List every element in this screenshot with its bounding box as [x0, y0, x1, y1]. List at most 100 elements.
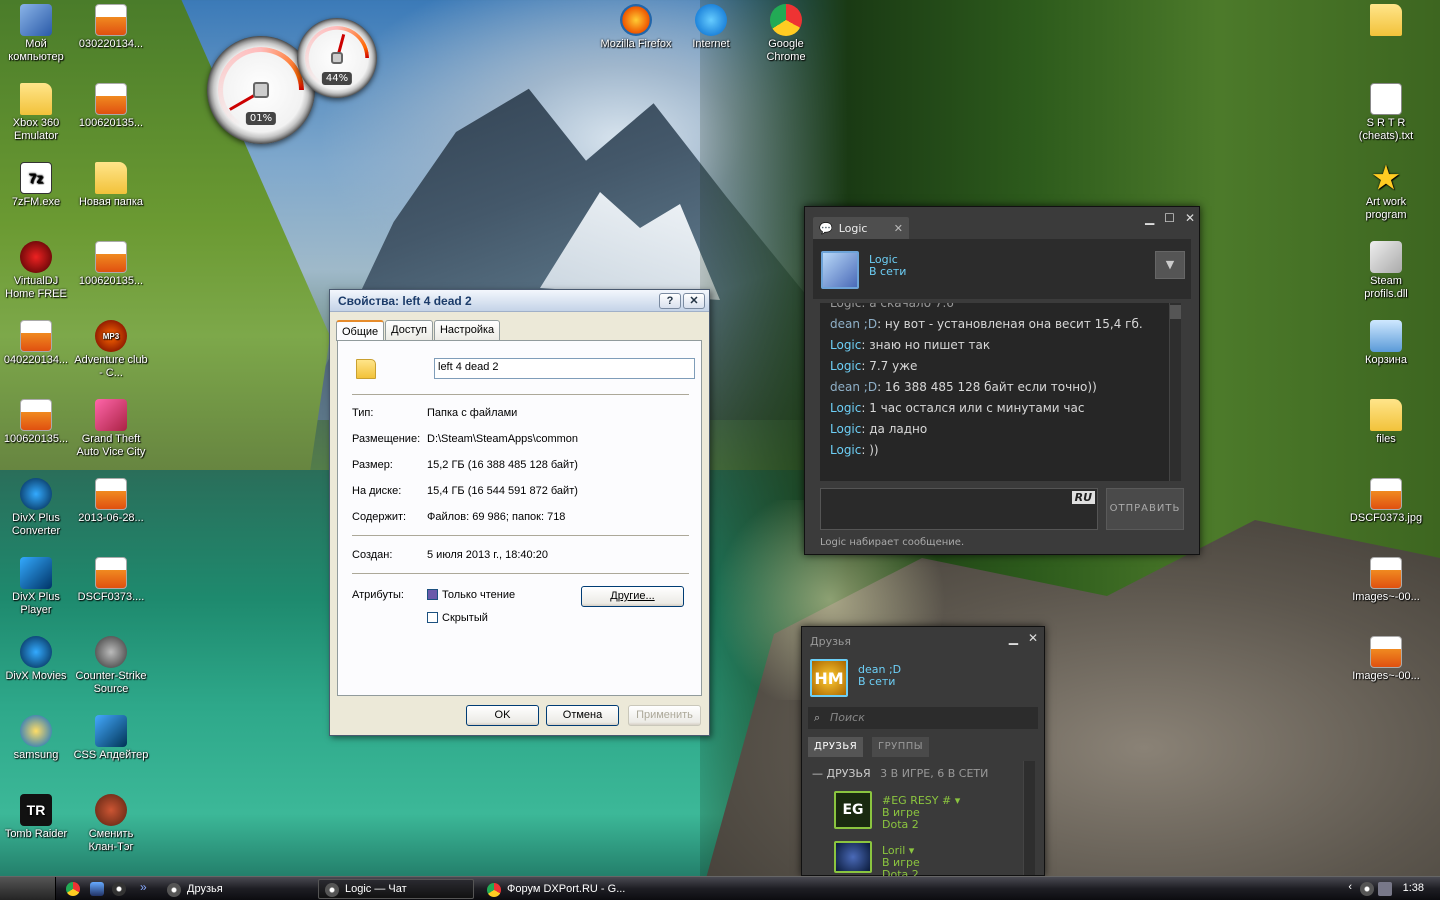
desktop-icon[interactable]: Новая папка — [73, 162, 149, 209]
avatar[interactable]: HM — [810, 659, 848, 697]
chat-message: dean ;D: ну вот - установленая она весит… — [830, 317, 1143, 331]
desktop-icon[interactable]: Counter-Strike Source — [73, 636, 149, 696]
minimize-icon[interactable]: ▁ — [1009, 631, 1018, 645]
memory-gauge[interactable]: 44% — [297, 18, 377, 98]
search-input[interactable]: Поиск — [808, 707, 1038, 729]
desktop-icon[interactable]: ★ Art work program — [1348, 162, 1424, 222]
desktop-icon[interactable]: CSS Апдейтер — [73, 715, 149, 762]
desktop-icon[interactable]: 040220134... — [0, 320, 74, 367]
desktop-icon[interactable]: DSCF0373.jpg — [1348, 478, 1424, 525]
desktop-icon[interactable]: DivX Plus Player — [0, 557, 74, 617]
cpu-icon — [253, 82, 269, 98]
typing-status: Logic набирает сообщение. — [820, 537, 965, 548]
desktop-icon[interactable]: MP3 Adventure club - C... — [73, 320, 149, 380]
taskbar-chrome[interactable]: Форум DXPort.RU - G... — [480, 879, 636, 899]
network-icon[interactable] — [1378, 882, 1392, 896]
tab-customize[interactable]: Настройка — [433, 320, 501, 340]
steam-icon[interactable] — [112, 882, 126, 896]
desktop-icon[interactable]: Google Chrome — [748, 4, 824, 64]
avatar[interactable] — [821, 251, 859, 289]
folder-name-input[interactable]: left 4 dead 2 — [434, 358, 695, 379]
avatar[interactable] — [834, 841, 872, 873]
partial-message: Logic: а скачало 7.6 — [830, 303, 954, 310]
desktop-icon[interactable]: VirtualDJ Home FREE — [0, 241, 74, 301]
tab-friends[interactable]: ДРУЗЬЯ — [808, 737, 864, 757]
desktop-icon[interactable]: DivX Plus Converter — [0, 478, 74, 538]
desktop-icon[interactable]: DSCF0373.... — [73, 557, 149, 604]
desktop-icon-label: files — [1376, 433, 1396, 445]
desktop-icon-label: Images~-00... — [1352, 670, 1420, 682]
desktop-icon-label: 040220134... — [3, 354, 69, 366]
desktop-icon[interactable]: 7z 7zFM.exe — [0, 162, 74, 209]
apply-button[interactable]: Применить — [628, 705, 701, 726]
advanced-button[interactable]: Другие... — [581, 586, 684, 607]
chat-scrollbar[interactable] — [1169, 303, 1181, 481]
desktop-icon[interactable]: 100620135... — [73, 241, 149, 288]
chevron-down-icon[interactable]: ▼ — [1155, 251, 1185, 279]
avatar[interactable]: EG — [834, 791, 872, 829]
desktop-icon[interactable]: Корзина — [1348, 320, 1424, 367]
desktop-icon[interactable]: S R T R (cheats).txt — [1348, 83, 1424, 143]
chrome-icon[interactable] — [66, 882, 80, 896]
steam-tray-icon[interactable] — [1360, 882, 1374, 896]
desktop-icon[interactable]: 100620135... — [73, 83, 149, 130]
desktop-icon[interactable]: Images~-00... — [1348, 636, 1424, 683]
ok-button[interactable]: OK — [466, 705, 539, 726]
desktop-icon[interactable] — [1348, 4, 1424, 38]
desktop-icon[interactable]: Images~-00... — [1348, 557, 1424, 604]
desktop-icon[interactable]: files — [1348, 399, 1424, 446]
shield-icon[interactable] — [90, 882, 104, 896]
friends-title[interactable]: Друзья — [810, 635, 851, 648]
desktop-icon[interactable]: Мой компьютер — [0, 4, 74, 64]
hidden-checkbox[interactable]: Скрытый — [427, 612, 488, 624]
maximize-icon[interactable]: ☐ — [1164, 211, 1175, 225]
image-file-icon — [20, 320, 52, 352]
desktop-icon[interactable]: 100620135... — [0, 399, 74, 446]
desktop-icon-label: Internet — [692, 38, 730, 50]
chat-tab-close-icon[interactable]: ✕ — [894, 222, 903, 235]
cancel-button[interactable]: Отмена — [546, 705, 619, 726]
desktop-icon-label: DivX Movies — [5, 670, 67, 682]
desktop-icon[interactable]: Steam profils.dll — [1348, 241, 1424, 301]
taskbar-chat[interactable]: Logic — Чат — [318, 879, 474, 899]
my-computer-icon — [20, 4, 52, 36]
dll-icon — [1370, 241, 1402, 273]
desktop-icon[interactable]: samsung — [0, 715, 74, 762]
memory-value: 44% — [321, 72, 353, 85]
close-icon[interactable]: ✕ — [1185, 211, 1195, 225]
size-label: Размер: — [352, 459, 393, 471]
friends-scrollbar[interactable] — [1023, 761, 1035, 875]
desktop-icon[interactable]: Internet — [673, 4, 749, 51]
minimize-icon[interactable]: ▁ — [1145, 211, 1154, 225]
help-button[interactable]: ? — [659, 292, 681, 309]
tab-groups[interactable]: ГРУППЫ — [872, 737, 930, 757]
desktop-icon[interactable]: Mozilla Firefox — [598, 4, 674, 51]
chat-message-input[interactable]: RU — [820, 488, 1098, 530]
send-button[interactable]: ОТПРАВИТЬ — [1106, 488, 1184, 530]
desktop-icon[interactable]: DivX Movies — [0, 636, 74, 683]
clock[interactable]: 1:38 — [1403, 882, 1424, 894]
close-icon[interactable]: ✕ — [1028, 631, 1038, 645]
tray-chevron-icon[interactable]: ‹ — [1348, 881, 1352, 893]
dialog-titlebar[interactable]: Свойства: left 4 dead 2 ? ✕ — [330, 290, 709, 312]
desktop-icon[interactable]: Сменить Клан-Тэг — [73, 794, 149, 854]
chevron-right-icon[interactable]: » — [140, 880, 147, 894]
taskbar-friends[interactable]: Друзья — [160, 879, 312, 899]
star-icon: ★ — [1372, 161, 1400, 195]
readonly-checkbox[interactable]: Только чтение — [427, 589, 515, 601]
desktop-icon[interactable]: TR Tomb Raider — [0, 794, 74, 841]
desktop-icon[interactable]: Xbox 360 Emulator — [0, 83, 74, 143]
chat-tab-label: Logic — [838, 221, 868, 235]
tab-sharing[interactable]: Доступ — [385, 320, 433, 340]
close-button[interactable]: ✕ — [683, 292, 705, 309]
tab-general[interactable]: Общие — [336, 320, 385, 341]
desktop-icon[interactable]: 2013-06-28... — [73, 478, 149, 525]
start-button[interactable] — [0, 877, 56, 900]
desktop-icon[interactable]: Grand Theft Auto Vice City — [73, 399, 149, 459]
friends-group-header[interactable]: — ДРУЗЬЯ 3 В ИГРЕ, 6 В СЕТИ — [812, 767, 988, 780]
cs-icon — [95, 636, 127, 668]
chat-message: Logic: 7.7 уже — [830, 359, 918, 373]
friend-game: Dota 2 — [882, 818, 919, 831]
desktop-icon[interactable]: 030220134... — [73, 4, 149, 51]
chat-tab-logic[interactable]: 💬 Logic ✕ — [813, 217, 909, 239]
